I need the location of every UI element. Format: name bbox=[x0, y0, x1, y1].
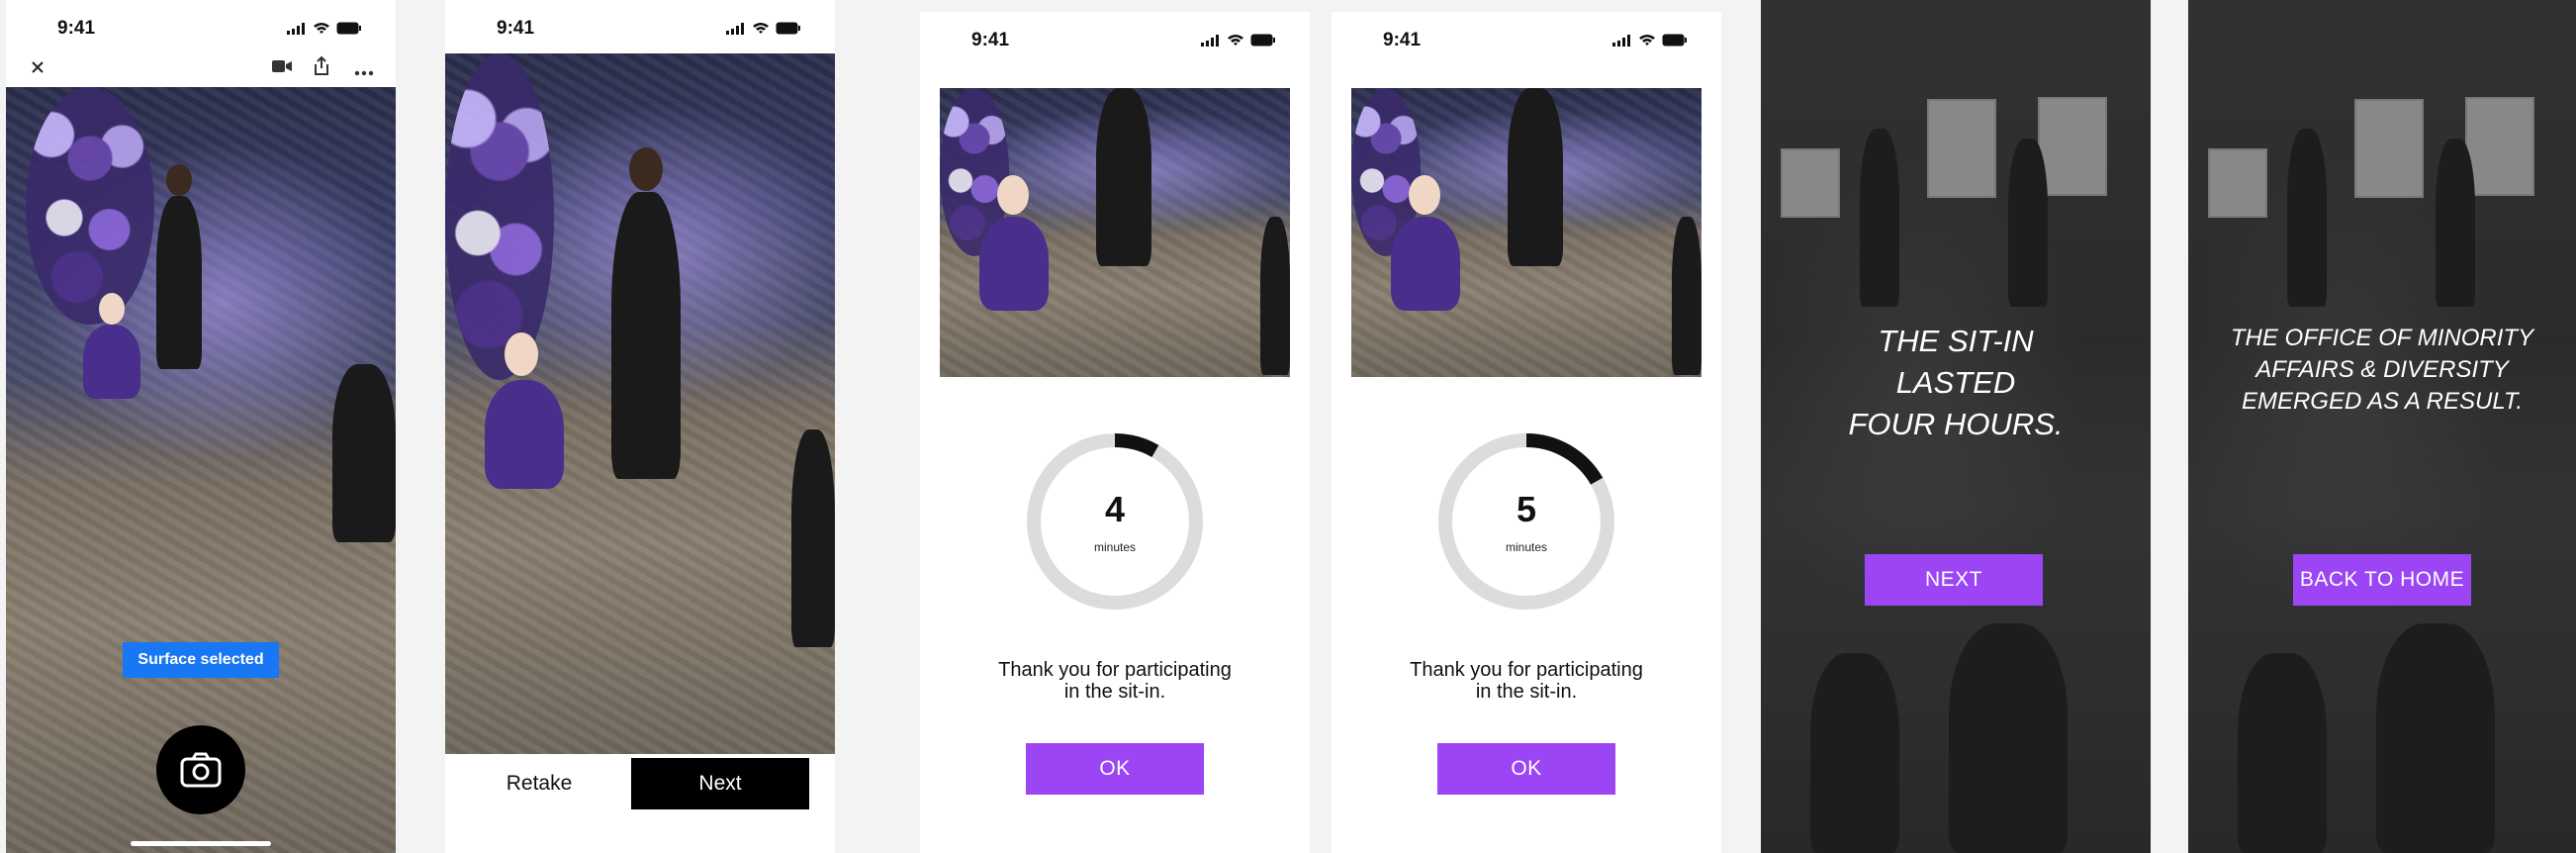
thank-you-line-1: Thank you for participating bbox=[1410, 659, 1643, 681]
seated-person-head bbox=[997, 175, 1029, 215]
status-time: 9:41 bbox=[57, 18, 96, 39]
surface-selected-badge: Surface selected bbox=[123, 642, 279, 678]
fact-line-2: AFFAIRS & DIVERSITY bbox=[2255, 356, 2509, 383]
captured-photo bbox=[445, 53, 835, 754]
ok-button[interactable]: OK bbox=[1026, 743, 1204, 795]
screen-timer-4: 9:41 4 minutes Thank you for participati… bbox=[920, 12, 1310, 853]
status-bar: 9:41 bbox=[6, 0, 396, 49]
signal-icon bbox=[726, 22, 744, 35]
fact-line-2: LASTED bbox=[1895, 365, 2016, 400]
screen-review: 9:41 Retake Next bbox=[445, 0, 835, 853]
ar-avatar bbox=[156, 196, 202, 369]
status-icons bbox=[1201, 34, 1276, 47]
status-icons bbox=[726, 22, 801, 35]
timer-ring: 4 minutes bbox=[1025, 431, 1205, 612]
status-icons bbox=[287, 22, 362, 35]
status-bar: 9:41 bbox=[1332, 12, 1721, 61]
retake-button[interactable]: Retake bbox=[465, 758, 613, 809]
seated-person-head bbox=[505, 332, 538, 376]
camera-toolbar bbox=[6, 49, 396, 87]
seated-person-head bbox=[1409, 175, 1440, 215]
seated-person bbox=[83, 325, 140, 399]
foreground-person bbox=[1260, 217, 1290, 375]
next-button[interactable]: NEXT bbox=[1865, 554, 2043, 606]
foreground-person bbox=[1672, 217, 1702, 375]
ok-button[interactable]: OK bbox=[1437, 743, 1615, 795]
thank-you-line-1: Thank you for participating bbox=[998, 659, 1232, 681]
status-time: 9:41 bbox=[971, 30, 1010, 50]
captured-photo-thumbnail bbox=[1351, 88, 1702, 377]
signal-icon bbox=[1201, 34, 1219, 47]
close-icon[interactable] bbox=[26, 55, 49, 79]
screen-fact-result: THE OFFICE OF MINORITY AFFAIRS & DIVERSI… bbox=[2188, 0, 2576, 853]
seated-person bbox=[979, 217, 1049, 311]
thank-you-message: Thank you for participating in the sit-i… bbox=[920, 659, 1310, 703]
fact-line-1: THE OFFICE OF MINORITY bbox=[2230, 325, 2534, 351]
balloon-garland bbox=[26, 87, 154, 325]
timer-value: 5 bbox=[1516, 489, 1537, 529]
timer-unit: minutes bbox=[1093, 540, 1137, 554]
ar-avatar-head bbox=[629, 147, 663, 191]
wifi-icon bbox=[753, 23, 769, 34]
thank-you-line-2: in the sit-in. bbox=[1063, 681, 1166, 703]
wifi-icon bbox=[314, 23, 329, 34]
signal-icon bbox=[287, 22, 305, 35]
timer-value: 4 bbox=[1104, 489, 1126, 529]
balloon-garland bbox=[445, 53, 554, 380]
fact-line-3: FOUR HOURS. bbox=[1848, 407, 2064, 441]
captured-photo-thumbnail bbox=[940, 88, 1290, 377]
screen-timer-5: 9:41 5 minutes Thank you for participati… bbox=[1332, 12, 1721, 853]
back-to-home-button[interactable]: BACK TO HOME bbox=[2293, 554, 2471, 606]
fact-headline: THE OFFICE OF MINORITY AFFAIRS & DIVERSI… bbox=[2188, 323, 2576, 418]
battery-icon bbox=[336, 22, 361, 35]
battery-icon bbox=[1662, 34, 1687, 47]
timer-unit: minutes bbox=[1505, 540, 1548, 554]
ar-avatar-head bbox=[166, 164, 192, 196]
video-icon[interactable] bbox=[271, 57, 293, 80]
seated-person-head bbox=[99, 293, 125, 325]
thank-you-line-2: in the sit-in. bbox=[1475, 681, 1578, 703]
ar-avatar bbox=[1096, 88, 1151, 266]
status-bar: 9:41 bbox=[920, 12, 1310, 61]
wifi-icon bbox=[1228, 35, 1243, 46]
battery-icon bbox=[1250, 34, 1275, 47]
status-bar: 9:41 bbox=[445, 0, 835, 49]
seated-person bbox=[1391, 217, 1460, 311]
seated-person bbox=[485, 380, 564, 489]
camera-viewfinder[interactable]: Surface selected bbox=[6, 87, 396, 853]
screen-camera: 9:41 Surface selected bbox=[6, 0, 396, 853]
wifi-icon bbox=[1639, 35, 1655, 46]
fact-line-1: THE SIT-IN bbox=[1878, 324, 2034, 358]
share-icon[interactable] bbox=[312, 55, 331, 82]
foreground-person bbox=[332, 364, 396, 542]
fact-line-3: EMERGED AS A RESULT. bbox=[2241, 388, 2524, 415]
image-dim-overlay bbox=[2188, 0, 2576, 853]
status-time: 9:41 bbox=[497, 18, 535, 39]
ar-avatar bbox=[611, 192, 681, 479]
battery-icon bbox=[776, 22, 800, 35]
status-icons bbox=[1612, 34, 1688, 47]
signal-icon bbox=[1612, 34, 1630, 47]
screen-fact-duration: THE SIT-IN LASTED FOUR HOURS. NEXT bbox=[1761, 0, 2151, 853]
thank-you-message: Thank you for participating in the sit-i… bbox=[1332, 659, 1721, 703]
ar-avatar bbox=[1508, 88, 1563, 266]
next-button[interactable]: Next bbox=[631, 758, 809, 809]
foreground-person bbox=[791, 429, 835, 647]
shutter-button[interactable] bbox=[156, 725, 245, 814]
timer-ring: 5 minutes bbox=[1436, 431, 1616, 612]
status-time: 9:41 bbox=[1383, 30, 1422, 50]
fact-headline: THE SIT-IN LASTED FOUR HOURS. bbox=[1761, 321, 2151, 445]
more-icon[interactable] bbox=[354, 63, 374, 81]
home-indicator bbox=[131, 841, 271, 846]
camera-icon bbox=[180, 752, 222, 788]
